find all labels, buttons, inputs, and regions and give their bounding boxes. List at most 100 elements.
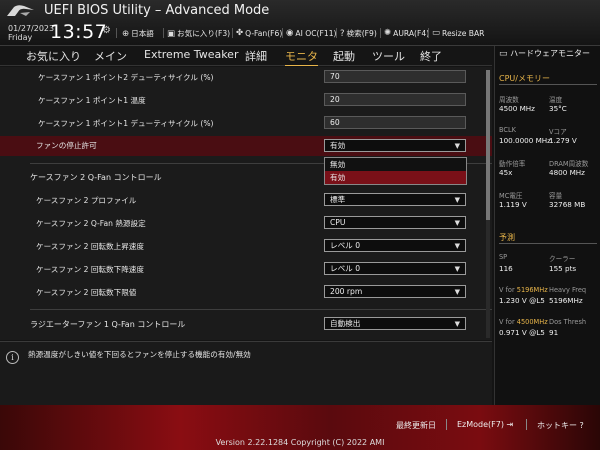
tab-favorites[interactable]: お気に入り	[26, 48, 81, 64]
language-label: 日本語	[131, 29, 154, 38]
help-icon: ?	[579, 421, 584, 430]
select-value: 200 rpm	[330, 287, 363, 296]
v-for-freq: 5196MHz	[516, 286, 548, 294]
temp-point1-input[interactable]: 20	[324, 93, 466, 106]
v-for-heavy-value: 1.230 V @L5	[499, 296, 545, 305]
setting-label: ケースファン 2 回転数下限値	[36, 288, 137, 297]
setting-row-selected[interactable]: ファンの停止許可 有効 ▼	[0, 136, 492, 156]
footer: 最終更新日 EzMode(F7) ⇥ ホットキー ? Version 2.22.…	[0, 405, 600, 450]
ratio-value: 45x	[499, 168, 513, 177]
favorites-button[interactable]: ▣ お気に入り(F3)	[167, 28, 230, 39]
mc-voltage-value: 1.119 V	[499, 200, 527, 209]
dos-thresh-label: Dos Thresh	[549, 318, 587, 326]
select-value: 有効	[330, 141, 346, 150]
setting-row[interactable]: ケースファン 1 ポイント2 デューティサイクル (%) 70	[0, 67, 492, 89]
favorite-icon: ▣	[167, 28, 176, 39]
hardware-monitor-panel: ▭ ハードウェアモニター CPU/メモリー 周波数 温度 4500 MHz 35…	[494, 46, 600, 405]
fan2-speed-low-limit-select[interactable]: 200 rpm ▼	[324, 285, 466, 298]
header-separator	[163, 28, 164, 38]
setting-label: ファンの停止許可	[36, 141, 97, 150]
ai-oc-button[interactable]: ◉ AI OC(F11)	[286, 28, 337, 38]
sp-value: 116	[499, 264, 513, 273]
tab-boot[interactable]: 起動	[333, 48, 355, 64]
header-separator	[336, 28, 337, 38]
section-header: ラジエーターファン 1 Q-Fan コントロール	[30, 320, 186, 329]
exit-arrow-icon: ⇥	[506, 420, 514, 429]
v-for-dos-value: 0.971 V @L5	[499, 328, 545, 337]
fan2-profile-select[interactable]: 標準 ▼	[324, 193, 466, 206]
chevron-down-icon: ▼	[454, 196, 460, 204]
fan2-step-down-select[interactable]: レベル 0 ▼	[324, 262, 466, 275]
ai-oc-label: AI OC(F11)	[295, 28, 337, 38]
setting-row[interactable]: ケースファン 2 回転数下限値 200 rpm ▼	[0, 282, 492, 304]
dram-freq-value: 4800 MHz	[549, 168, 585, 177]
bios-window: UEFI BIOS Utility – Advanced Mode 01/27/…	[0, 0, 600, 450]
tab-monitor[interactable]: モニタ	[285, 48, 318, 66]
cpu-memory-section-title: CPU/メモリー	[499, 74, 550, 83]
v-for-heavy-label: V for 5196MHz	[499, 286, 548, 294]
resize-bar-icon: ▭	[432, 28, 441, 38]
setting-row[interactable]: ケースファン 1 ポイント1 温度 20	[0, 90, 492, 112]
cooler-value: 155 pts	[549, 264, 577, 273]
tab-tool[interactable]: ツール	[372, 48, 405, 64]
qfan-button[interactable]: ✤ Q-Fan(F6)	[236, 28, 282, 38]
freq-value: 4500 MHz	[499, 104, 535, 113]
fan2-step-up-select[interactable]: レベル 0 ▼	[324, 239, 466, 252]
day-text: Friday	[8, 33, 33, 42]
capacity-label: 容量	[549, 192, 563, 200]
bclk-value: 100.0000 MHz	[499, 136, 551, 145]
chevron-down-icon: ▼	[454, 219, 460, 227]
setting-label: ケースファン 1 ポイント1 温度	[38, 96, 146, 105]
v-for-freq: 4500MHz	[516, 318, 548, 326]
scrollbar-thumb[interactable]	[486, 70, 490, 220]
app-title: UEFI BIOS Utility – Advanced Mode	[44, 3, 270, 18]
ezmode-label: EzMode(F7)	[457, 420, 504, 429]
language-button[interactable]: ⊕ 日本語	[122, 28, 154, 39]
hw-title-text: ハードウェアモニター	[510, 49, 591, 58]
fan-stop-select[interactable]: 有効 ▼	[324, 139, 466, 152]
search-label: 検索(F9)	[346, 29, 377, 38]
setting-label: ケースファン 1 ポイント2 デューティサイクル (%)	[38, 73, 214, 82]
section-header: ケースファン 2 Q-Fan コントロール	[30, 173, 162, 182]
chevron-down-icon: ▼	[454, 242, 460, 250]
setting-row[interactable]: ケースファン 2 プロファイル 標準 ▼	[0, 190, 492, 212]
tab-extreme-tweaker[interactable]: Extreme Tweaker	[144, 48, 238, 61]
last-modified-button[interactable]: 最終更新日	[396, 420, 436, 431]
dropdown-option-disabled[interactable]: 無効	[325, 158, 466, 171]
aura-button[interactable]: ✺ AURA(F4)	[384, 28, 429, 38]
fan2-source-select[interactable]: CPU ▼	[324, 216, 466, 229]
scrollbar[interactable]	[486, 70, 490, 338]
duty-cycle-point2-input[interactable]: 70	[324, 70, 466, 83]
ezmode-button[interactable]: EzMode(F7) ⇥	[457, 420, 513, 429]
radiator-fan-control-select[interactable]: 自動検出 ▼	[324, 317, 466, 330]
setting-row[interactable]: ケースファン 1 ポイント1 デューティサイクル (%) 60	[0, 113, 492, 135]
tab-main[interactable]: メイン	[94, 48, 127, 64]
capacity-value: 32768 MB	[549, 200, 586, 209]
search-button[interactable]: ? 検索(F9)	[340, 28, 377, 39]
resize-bar-button[interactable]: ▭ Resize BAR	[432, 28, 484, 38]
setting-row[interactable]: ケースファン 2 回転数下降速度 レベル 0 ▼	[0, 259, 492, 281]
sp-label: SP	[499, 253, 508, 261]
divider	[30, 309, 492, 310]
clock: 13:57	[50, 21, 108, 43]
setting-label: ケースファン 2 回転数下降速度	[36, 265, 144, 274]
setting-row[interactable]: ケースファン 2 Q-Fan 熱源設定 CPU ▼	[0, 213, 492, 235]
version-text: Version 2.22.1284 Copyright (C) 2022 AMI	[215, 438, 385, 447]
duty-cycle-point1-input[interactable]: 60	[324, 116, 466, 129]
chevron-down-icon: ▼	[454, 265, 460, 273]
temp-value: 35°C	[549, 104, 567, 113]
heavy-freq-value: 5196MHz	[549, 296, 583, 305]
setting-label: ケースファン 2 Q-Fan 熱源設定	[36, 219, 146, 228]
info-icon: i	[6, 351, 19, 364]
tab-advanced[interactable]: 詳細	[245, 48, 267, 64]
setting-row[interactable]: ケースファン 2 回転数上昇速度 レベル 0 ▼	[0, 236, 492, 258]
header-separator	[232, 28, 233, 38]
tab-exit[interactable]: 終了	[420, 48, 442, 64]
help-panel: i 熱源温度がしきい値を下回るとファンを停止する機能の有効/無効	[0, 341, 492, 405]
dropdown-option-enabled[interactable]: 有効	[325, 171, 466, 184]
ai-oc-icon: ◉	[286, 28, 294, 38]
hotkey-button[interactable]: ホットキー ?	[537, 420, 584, 431]
section-header-row[interactable]: ラジエーターファン 1 Q-Fan コントロール 自動検出 ▼	[0, 314, 492, 336]
monitor-icon: ▭	[499, 49, 508, 59]
gear-icon[interactable]: ⚙	[102, 25, 111, 36]
